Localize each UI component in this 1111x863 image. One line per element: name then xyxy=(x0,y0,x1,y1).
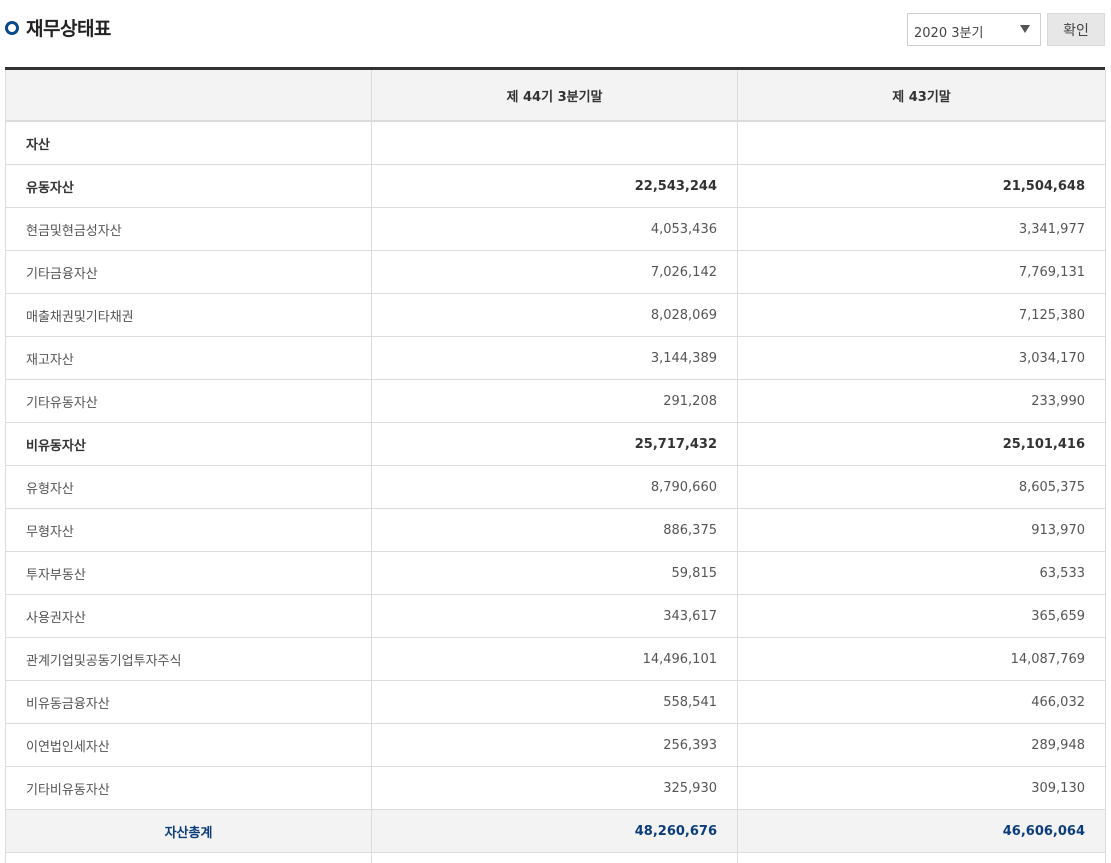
row-label: 비유동자산 xyxy=(6,423,372,466)
column-header-previous-period: 제 43기말 xyxy=(738,70,1106,121)
confirm-button[interactable]: 확인 xyxy=(1047,13,1105,46)
previous-value: 46,606,064 xyxy=(738,810,1106,853)
table-row: 비유동자산25,717,43225,101,416 xyxy=(6,423,1106,466)
table-body: 자산유동자산22,543,24421,504,648현금및현금성자산4,053,… xyxy=(6,121,1106,863)
current-value: 4,053,436 xyxy=(372,208,738,251)
title-wrap: 재무상태표 xyxy=(5,14,111,41)
table-row: 기타비유동자산325,930309,130 xyxy=(6,767,1106,810)
current-value: 291,208 xyxy=(372,380,738,423)
table-row: 유동자산22,543,24421,504,648 xyxy=(6,165,1106,208)
table-row: 비유동금융자산558,541466,032 xyxy=(6,681,1106,724)
current-value: 256,393 xyxy=(372,724,738,767)
row-label: 투자부동산 xyxy=(6,552,372,595)
current-value: 14,496,101 xyxy=(372,638,738,681)
row-label: 재고자산 xyxy=(6,337,372,380)
previous-value: 21,504,648 xyxy=(738,165,1106,208)
row-label: 매출채권및기타채권 xyxy=(6,294,372,337)
page-header: 재무상태표 2020 3분기 확인 xyxy=(0,0,1111,66)
row-label: 관계기업및공동기업투자주식 xyxy=(6,638,372,681)
period-select[interactable]: 2020 3분기 xyxy=(907,13,1041,46)
current-value: 8,790,660 xyxy=(372,466,738,509)
row-label: 유동자산 xyxy=(6,165,372,208)
circle-bullet-icon xyxy=(5,21,19,35)
table-header-row: 제 44기 3분기말 제 43기말 xyxy=(6,70,1106,121)
column-header-label xyxy=(6,70,372,121)
previous-value xyxy=(738,121,1106,165)
dropdown-arrow-icon xyxy=(1020,25,1030,33)
previous-value: 14,087,769 xyxy=(738,638,1106,681)
row-label: 자산 xyxy=(6,121,372,165)
previous-value: 63,533 xyxy=(738,552,1106,595)
current-value: 59,815 xyxy=(372,552,738,595)
table-row: 매출채권및기타채권8,028,0697,125,380 xyxy=(6,294,1106,337)
current-value: 558,541 xyxy=(372,681,738,724)
current-value: 8,028,069 xyxy=(372,294,738,337)
table-row: 현금및현금성자산4,053,4363,341,977 xyxy=(6,208,1106,251)
page-title: 재무상태표 xyxy=(26,14,111,41)
row-label: 비유동금융자산 xyxy=(6,681,372,724)
current-value: 22,543,244 xyxy=(372,165,738,208)
current-value: 343,617 xyxy=(372,595,738,638)
row-label: 현금및현금성자산 xyxy=(6,208,372,251)
table-row: 무형자산886,375913,970 xyxy=(6,509,1106,552)
previous-value: 913,970 xyxy=(738,509,1106,552)
row-label: 자산총계 xyxy=(6,810,372,853)
table-row: 투자부동산59,81563,533 xyxy=(6,552,1106,595)
row-label: 사용권자산 xyxy=(6,595,372,638)
table-row-partial xyxy=(6,853,1106,863)
row-label: 기타비유동자산 xyxy=(6,767,372,810)
previous-value: 365,659 xyxy=(738,595,1106,638)
period-select-value: 2020 3분기 xyxy=(914,22,983,41)
table-row: 재고자산3,144,3893,034,170 xyxy=(6,337,1106,380)
current-value: 48,260,676 xyxy=(372,810,738,853)
row-label: 무형자산 xyxy=(6,509,372,552)
row-label: 기타유동자산 xyxy=(6,380,372,423)
empty-cell xyxy=(372,853,738,863)
previous-value: 3,341,977 xyxy=(738,208,1106,251)
total-row: 자산총계48,260,67646,606,064 xyxy=(6,810,1106,853)
empty-cell xyxy=(6,853,372,863)
current-value: 25,717,432 xyxy=(372,423,738,466)
table-row: 관계기업및공동기업투자주식14,496,10114,087,769 xyxy=(6,638,1106,681)
previous-value: 233,990 xyxy=(738,380,1106,423)
empty-cell xyxy=(738,853,1106,863)
previous-value: 7,769,131 xyxy=(738,251,1106,294)
previous-value: 3,034,170 xyxy=(738,337,1106,380)
table-row: 사용권자산343,617365,659 xyxy=(6,595,1106,638)
current-value: 325,930 xyxy=(372,767,738,810)
current-value: 886,375 xyxy=(372,509,738,552)
current-value: 7,026,142 xyxy=(372,251,738,294)
table-row: 자산 xyxy=(6,121,1106,165)
table-row: 기타유동자산291,208233,990 xyxy=(6,380,1106,423)
previous-value: 7,125,380 xyxy=(738,294,1106,337)
previous-value: 466,032 xyxy=(738,681,1106,724)
previous-value: 309,130 xyxy=(738,767,1106,810)
balance-sheet-table: 제 44기 3분기말 제 43기말 자산유동자산22,543,24421,504… xyxy=(5,70,1106,863)
row-label: 유형자산 xyxy=(6,466,372,509)
table-row: 기타금융자산7,026,1427,769,131 xyxy=(6,251,1106,294)
row-label: 기타금융자산 xyxy=(6,251,372,294)
column-header-current-period: 제 44기 3분기말 xyxy=(372,70,738,121)
table-row: 이연법인세자산256,393289,948 xyxy=(6,724,1106,767)
previous-value: 8,605,375 xyxy=(738,466,1106,509)
previous-value: 289,948 xyxy=(738,724,1106,767)
table-row: 유형자산8,790,6608,605,375 xyxy=(6,466,1106,509)
current-value: 3,144,389 xyxy=(372,337,738,380)
row-label: 이연법인세자산 xyxy=(6,724,372,767)
previous-value: 25,101,416 xyxy=(738,423,1106,466)
current-value xyxy=(372,121,738,165)
